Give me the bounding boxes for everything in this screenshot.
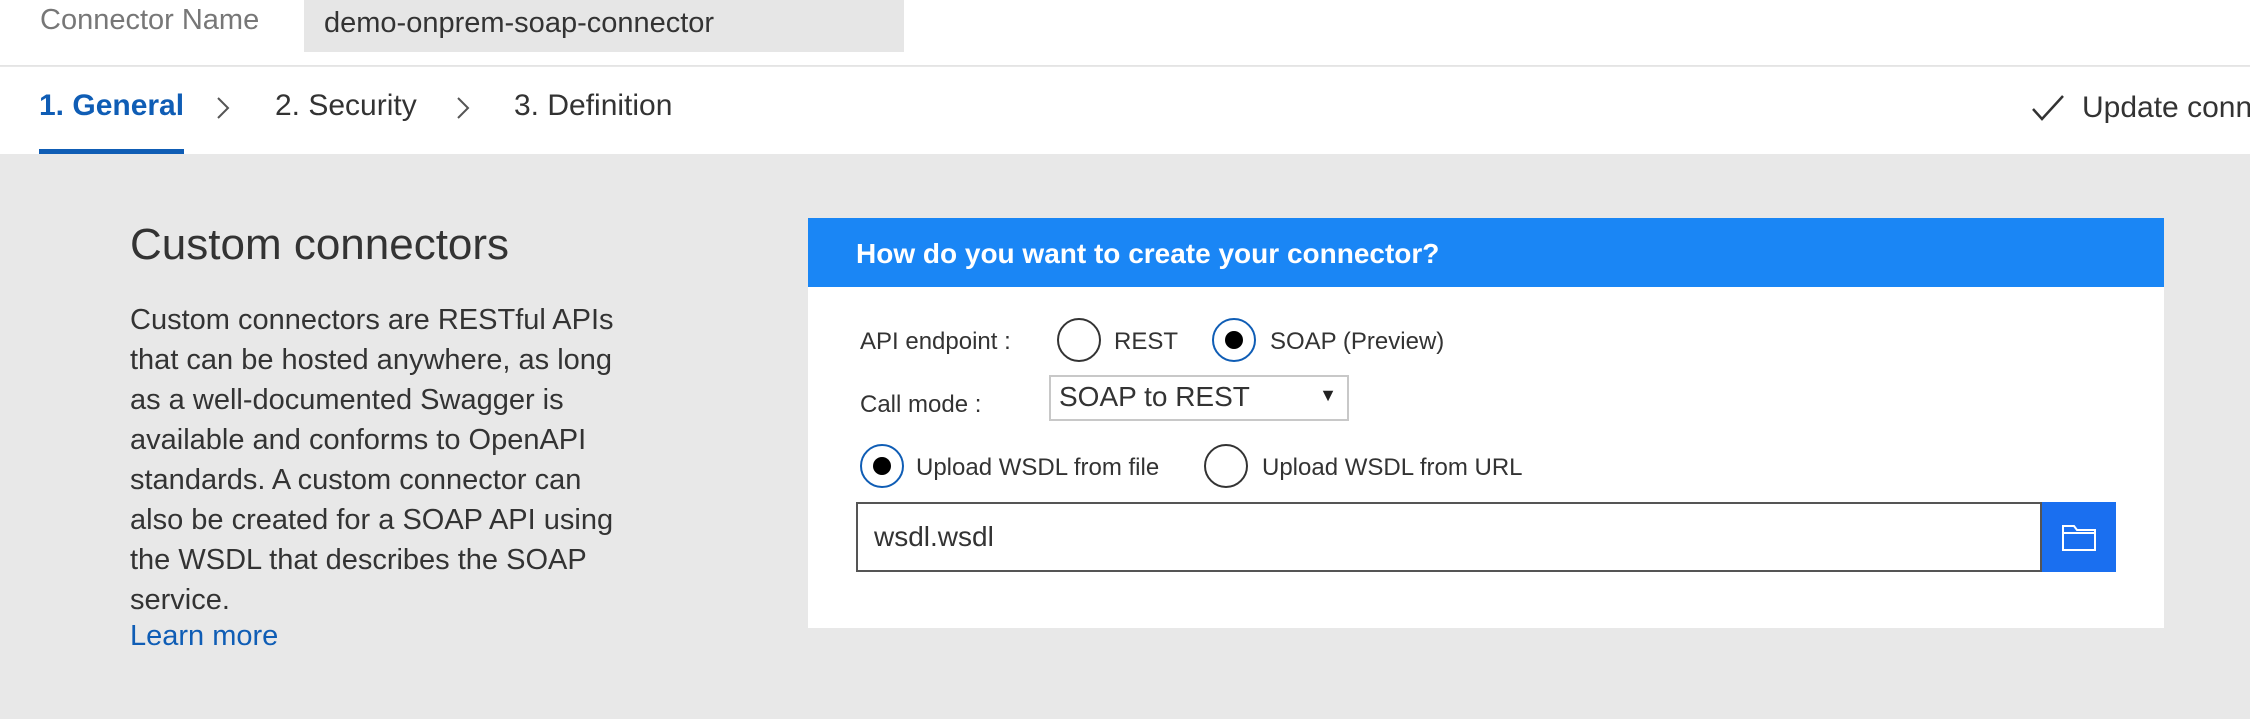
call-mode-value: SOAP to REST <box>1059 381 1250 412</box>
folder-icon <box>2062 525 2096 551</box>
call-mode-label: Call mode : <box>860 391 982 418</box>
panel-header: How do you want to create your connector… <box>808 218 2164 287</box>
dropdown-arrow-icon: ▼ <box>1319 385 1337 405</box>
connector-name-input[interactable] <box>304 0 904 52</box>
intro-description: Custom connectors are RESTful APIs that … <box>130 304 614 616</box>
api-endpoint-label: API endpoint : <box>860 328 1011 355</box>
radio-wsdl-url[interactable] <box>1204 444 1248 488</box>
tab-security[interactable]: 2. Security <box>275 89 417 154</box>
connector-name-label: Connector Name <box>40 4 260 36</box>
radio-soap[interactable] <box>1212 318 1256 362</box>
connector-name-bar: Connector Name <box>0 0 2250 66</box>
browse-file-button[interactable] <box>2042 502 2116 572</box>
radio-soap-label[interactable]: SOAP (Preview) <box>1270 328 1444 356</box>
chevron-right-icon <box>217 97 230 119</box>
radio-wsdl-url-label[interactable]: Upload WSDL from URL <box>1262 454 1523 482</box>
check-icon <box>2032 95 2064 121</box>
radio-wsdl-file-label[interactable]: Upload WSDL from file <box>916 454 1159 482</box>
chevron-right-icon <box>457 97 470 119</box>
radio-wsdl-file[interactable] <box>860 444 904 488</box>
update-connector-label: Update connector <box>2082 91 2250 124</box>
wsdl-file-input[interactable] <box>856 502 2042 572</box>
radio-rest-label[interactable]: REST <box>1114 328 1178 356</box>
radio-rest[interactable] <box>1057 318 1101 362</box>
tab-general[interactable]: 1. General <box>39 89 185 154</box>
learn-more-link[interactable]: Learn more <box>130 620 278 653</box>
tab-definition[interactable]: 3. Definition <box>514 89 672 154</box>
update-connector-button[interactable]: Update connector <box>2030 91 2250 125</box>
step-tabs: 1. General 2. Security 3. Definition Upd… <box>0 67 2250 154</box>
create-connector-panel: How do you want to create your connector… <box>808 218 2164 628</box>
call-mode-select[interactable]: SOAP to REST ▼ <box>1049 375 1349 421</box>
intro-title: Custom connectors <box>130 220 510 269</box>
